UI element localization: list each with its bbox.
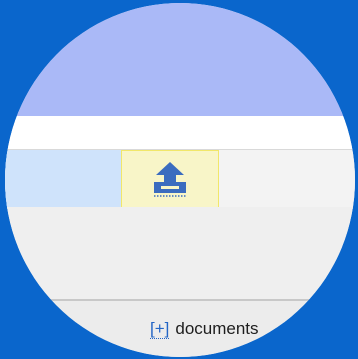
documents-label[interactable]: documents bbox=[175, 319, 258, 338]
toolbar-strip bbox=[5, 116, 355, 149]
documents-link[interactable]: [+] documents bbox=[150, 319, 259, 339]
table-row[interactable] bbox=[5, 149, 355, 209]
upload-icon bbox=[150, 160, 190, 198]
footer-bar: [+] documents bbox=[5, 301, 355, 357]
expand-toggle[interactable]: [+] bbox=[150, 319, 170, 339]
header-band bbox=[5, 3, 355, 116]
magnifier-lens: [+] documents bbox=[5, 3, 355, 357]
empty-area bbox=[5, 207, 355, 299]
upload-button[interactable] bbox=[121, 150, 219, 208]
zoom-view: [+] documents bbox=[0, 0, 358, 359]
row-selection-cell[interactable] bbox=[5, 150, 121, 208]
